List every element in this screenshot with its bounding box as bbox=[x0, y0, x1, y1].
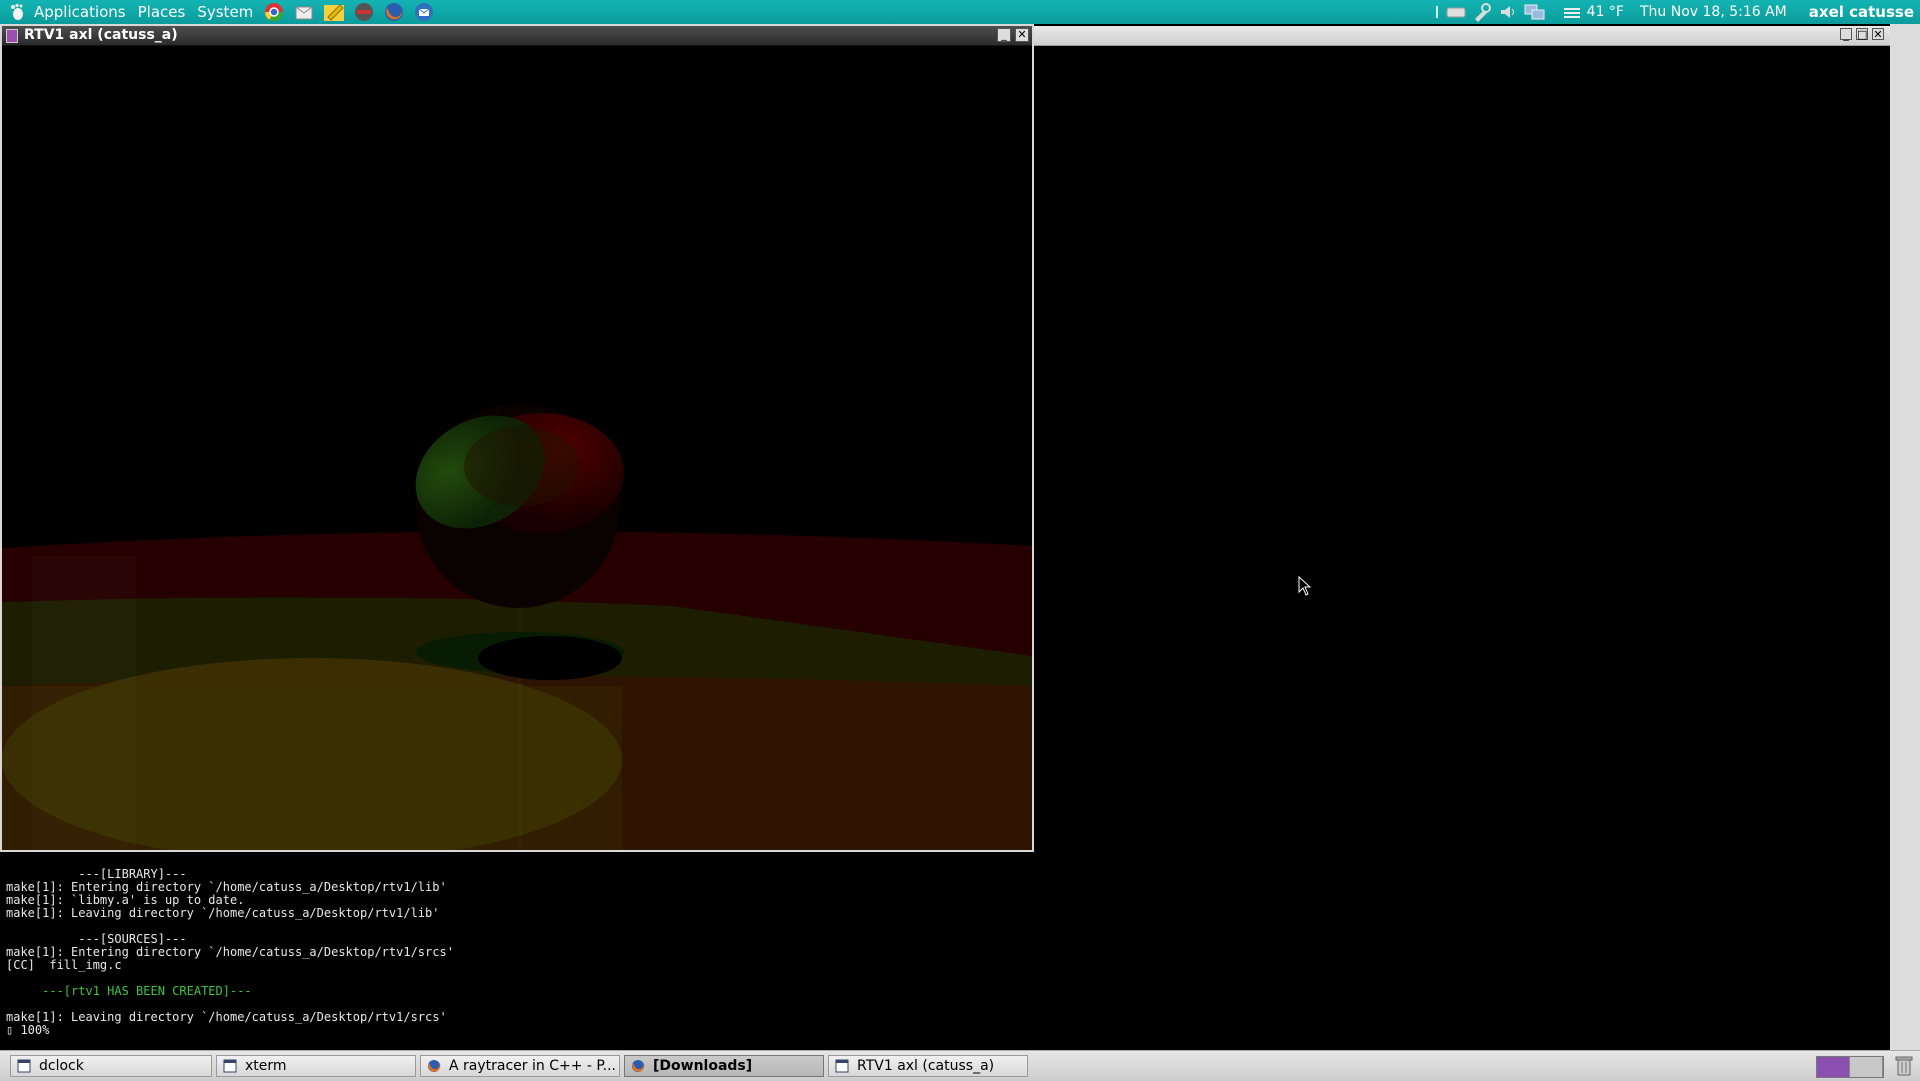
terminal-line: ▯ 100% bbox=[6, 1023, 50, 1037]
terminal-line: [CC] fill_img.c bbox=[6, 958, 122, 972]
terminal-close-button[interactable]: ✕ bbox=[1872, 28, 1884, 41]
menu-places[interactable]: Places bbox=[132, 0, 192, 24]
firefox-icon[interactable] bbox=[382, 0, 406, 24]
workspace-1[interactable] bbox=[1817, 1057, 1850, 1077]
terminal-icon[interactable] bbox=[352, 0, 376, 24]
terminal-output: ---[LIBRARY]--- make[1]: Entering directo… bbox=[6, 868, 454, 1037]
drag-handle-icon bbox=[1435, 1, 1441, 23]
task-rtv1[interactable]: RTV1 axl (catuss_a) bbox=[828, 1055, 1028, 1077]
task-downloads[interactable]: [Downloads] bbox=[624, 1055, 824, 1077]
bottom-taskbar: dclock xterm A raytracer in C++ - P... [… bbox=[0, 1050, 1920, 1081]
network-tools-icon[interactable] bbox=[1471, 1, 1493, 23]
network-icon[interactable] bbox=[1523, 1, 1545, 23]
task-raytracer-browser[interactable]: A raytracer in C++ - P... bbox=[420, 1055, 620, 1077]
trash-icon[interactable] bbox=[1894, 1055, 1914, 1077]
workspace-switcher[interactable] bbox=[1816, 1056, 1884, 1078]
render-window[interactable]: RTV1 axl (catuss_a) _ ✕ bbox=[0, 24, 1034, 852]
notes-icon[interactable] bbox=[322, 0, 346, 24]
keyboard-icon[interactable] bbox=[1445, 1, 1467, 23]
menu-applications[interactable]: Applications bbox=[28, 0, 132, 24]
weather-fog-icon[interactable] bbox=[1561, 1, 1583, 23]
system-tray: 41 °F Thu Nov 18, 5:16 AM axel catusse bbox=[1433, 0, 1920, 24]
raytraced-scene bbox=[2, 46, 1032, 850]
render-window-title: RTV1 axl (catuss_a) bbox=[24, 27, 178, 43]
thunderbird-icon[interactable] bbox=[412, 0, 436, 24]
terminal-window-titlebar[interactable]: _ □ ✕ bbox=[1034, 26, 1890, 46]
terminal-line: make[1]: Leaving directory `/home/catuss… bbox=[6, 906, 440, 920]
terminal-minimize-button[interactable]: _ bbox=[1840, 28, 1852, 41]
terminal-output-area[interactable]: ---[LIBRARY]--- make[1]: Entering directo… bbox=[0, 852, 1890, 1048]
task-label: RTV1 axl (catuss_a) bbox=[857, 1058, 995, 1074]
task-label: A raytracer in C++ - P... bbox=[449, 1058, 617, 1074]
clock[interactable]: Thu Nov 18, 5:16 AM bbox=[1632, 4, 1795, 20]
window-icon bbox=[223, 1059, 237, 1073]
firefox-icon bbox=[428, 1060, 441, 1072]
menu-system[interactable]: System bbox=[191, 0, 259, 24]
task-dclock[interactable]: dclock bbox=[10, 1055, 212, 1077]
window-icon bbox=[17, 1059, 31, 1073]
user-name[interactable]: axel catusse bbox=[1795, 3, 1920, 21]
terminal-line: make[1]: Leaving directory `/home/catuss… bbox=[6, 1010, 447, 1024]
minimize-button[interactable]: _ bbox=[997, 28, 1011, 42]
window-icon bbox=[835, 1059, 849, 1073]
task-label: [Downloads] bbox=[653, 1058, 753, 1074]
workspace-2[interactable] bbox=[1850, 1057, 1883, 1077]
task-label: dclock bbox=[39, 1058, 84, 1074]
close-button[interactable]: ✕ bbox=[1015, 28, 1029, 42]
gnome-foot-icon[interactable] bbox=[8, 3, 26, 21]
terminal-maximize-button[interactable]: □ bbox=[1856, 28, 1868, 41]
firefox-icon bbox=[632, 1060, 645, 1072]
task-label: xterm bbox=[245, 1058, 287, 1074]
terminal-line: ---[rtv1 HAS BEEN CREATED]--- bbox=[6, 984, 252, 998]
main-menu: Applications Places System bbox=[0, 0, 259, 24]
mail-icon[interactable] bbox=[292, 0, 316, 24]
mouse-pointer-icon bbox=[1298, 576, 1312, 596]
window-menu-icon[interactable] bbox=[6, 29, 18, 43]
right-gutter bbox=[1890, 24, 1920, 1050]
volume-icon[interactable] bbox=[1497, 1, 1519, 23]
weather-temperature[interactable]: 41 °F bbox=[1585, 4, 1632, 20]
top-panel: Applications Places System 41 °F Thu Nov… bbox=[0, 0, 1920, 24]
chrome-icon[interactable] bbox=[262, 0, 286, 24]
render-window-titlebar[interactable]: RTV1 axl (catuss_a) _ ✕ bbox=[2, 26, 1032, 46]
task-xterm[interactable]: xterm bbox=[216, 1055, 416, 1077]
